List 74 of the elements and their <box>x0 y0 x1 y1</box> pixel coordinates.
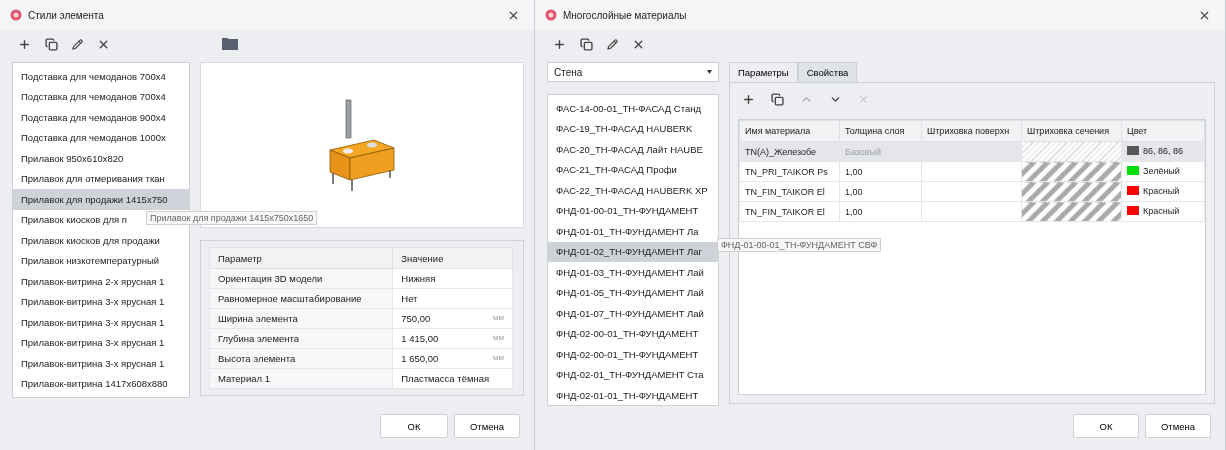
tooltip: ФНД-01-00-01_ТН-ФУНДАМЕНТ СВФ <box>717 238 882 252</box>
copy-icon[interactable] <box>580 37 593 51</box>
property-name-cell: Равномерное масштабирование <box>209 288 393 309</box>
color-label: Красный <box>1143 205 1180 216</box>
material-list-item[interactable]: ФНД-02-01_ТН-ФУНДАМЕНТ Ста <box>548 364 718 385</box>
cancel-button[interactable]: Отмена <box>1145 414 1211 438</box>
material-list-item[interactable]: ФАС-19_ТН-ФАСАД HAUBERK <box>548 118 718 139</box>
column-header: Значение <box>392 247 513 269</box>
style-list-item[interactable]: Прилавок-витрина 3-х ярусная 1 <box>13 291 189 312</box>
add-icon[interactable] <box>553 37 566 51</box>
style-list-item[interactable]: Прилавок 950х610х820 <box>13 148 189 169</box>
material-list-item[interactable]: ФНД-02-00-01_ТН-ФУНДАМЕНТ <box>548 323 718 344</box>
column-header: Цвет <box>1121 120 1205 142</box>
style-list-item[interactable]: Прилавок-витрина 1417х608х880 <box>13 373 189 394</box>
style-list-item[interactable]: Прилавок для отмеривания ткан <box>13 168 189 189</box>
column-header: Параметр <box>209 247 393 269</box>
window-title: Многослойные материалы <box>563 9 688 21</box>
style-list-item[interactable]: Прилавок-витрина 2-х ярусная 1 <box>13 271 189 292</box>
style-list-item[interactable]: Прилавок-витрина 3-х ярусная 1 <box>13 353 189 374</box>
material-list-item[interactable]: ФАС-22_ТН-ФАСАД HAUBERK ХР <box>548 180 718 201</box>
property-name-cell: Высота элемента <box>209 348 393 369</box>
material-list-item[interactable]: ФНД-01-07_ТН-ФУНДАМЕНТ Лай <box>548 303 718 324</box>
add-icon[interactable] <box>742 92 755 106</box>
style-list-item[interactable]: Прилавок-витрина 3-х ярусная 1 <box>13 332 189 353</box>
pencil-icon[interactable] <box>607 38 618 50</box>
cancel-button[interactable]: Отмена <box>454 414 520 438</box>
material-list-item[interactable]: ФАС-20_ТН-ФАСАД Лайт HAUBE <box>548 139 718 160</box>
style-list-item[interactable]: Прилавок киосков для продажи <box>13 230 189 251</box>
ok-button[interactable]: ОК <box>1073 414 1139 438</box>
style-list-item[interactable]: Подставка для чемоданов 700х4 <box>13 66 189 87</box>
property-name-cell: Глубина элемента <box>209 328 393 349</box>
app-logo-icon <box>545 9 557 21</box>
copy-icon[interactable] <box>771 92 784 106</box>
column-header: Толщина слоя <box>839 120 922 142</box>
style-list-item[interactable]: Подставка для чемоданов 900х4 <box>13 107 189 128</box>
pencil-icon[interactable] <box>72 38 83 50</box>
column-header: Штриховка поверхн <box>921 120 1022 142</box>
copy-icon[interactable] <box>45 37 58 51</box>
column-header: Имя материала <box>739 120 840 142</box>
property-name-cell: Материал 1 <box>209 368 393 389</box>
style-list-item[interactable]: Прилавок для продажи 1415х750 <box>13 189 189 210</box>
color-label: Зелёный <box>1143 165 1180 176</box>
tab[interactable]: Параметры <box>729 62 798 82</box>
color-label: Красный <box>1143 185 1180 196</box>
material-list-item[interactable]: ФНД-01-01_ТН-ФУНДАМЕНТ Ла <box>548 221 718 242</box>
material-list-item[interactable]: ФНД-01-02_ТН-ФУНДАМЕНТ Лаг <box>548 241 718 262</box>
add-icon[interactable] <box>18 37 31 51</box>
property-name-cell: Ширина элемента <box>209 308 393 329</box>
material-name-cell: TN_FIN_TAIKOR El <box>739 181 840 202</box>
material-list-item[interactable]: ФАС-21_ТН-ФАСАД Профи <box>548 159 718 180</box>
tooltip: Прилавок для продажи 1415х750х1650 <box>146 211 318 225</box>
material-list-item[interactable]: ФАС-14-00-01_ТН-ФАСАД Станд <box>548 98 718 119</box>
material-list-item[interactable]: ФНД-01-03_ТН-ФУНДАМЕНТ Лай <box>548 262 718 283</box>
style-list-item[interactable]: Подставка для чемоданов 700х4 <box>13 86 189 107</box>
category-dropdown[interactable]: Стена <box>547 62 719 82</box>
style-list-item[interactable]: Подставка для чемоданов 1000х <box>13 127 189 148</box>
ok-button[interactable]: ОК <box>380 414 448 438</box>
window-title: Стили элемента <box>28 9 105 21</box>
material-name-cell: TN_FIN_TAIKOR El <box>739 201 840 222</box>
style-list-item[interactable]: Прилавок низкотемпературный <box>13 250 189 271</box>
material-name-cell: TN_PRI_TAIKOR Ps <box>739 161 840 182</box>
property-name-cell: Ориентация 3D модели <box>209 268 393 289</box>
folder-icon[interactable] <box>222 38 238 50</box>
style-list-item[interactable]: Прилавок-витрина 3-х ярусная 1 <box>13 312 189 333</box>
material-list-item[interactable]: ФНД-01-05_ТН-ФУНДАМЕНТ Лай <box>548 282 718 303</box>
app-logo-icon <box>10 9 22 21</box>
color-label: 86, 86, 86 <box>1143 145 1184 156</box>
caret-icon <box>707 70 712 74</box>
material-list-item[interactable]: ФНД-02-00-01_ТН-ФУНДАМЕНТ <box>548 344 718 365</box>
material-list-item[interactable]: ФНД-01-00-01_ТН-ФУНДАМЕНТ <box>548 200 718 221</box>
column-header: Штриховка сечения <box>1021 120 1122 142</box>
material-list-item[interactable]: ФНД-02-01-01_ТН-ФУНДАМЕНТ <box>548 385 718 405</box>
material-name-cell: TN(A)_Железобе <box>739 141 840 162</box>
tab[interactable]: Свойства <box>797 62 858 82</box>
